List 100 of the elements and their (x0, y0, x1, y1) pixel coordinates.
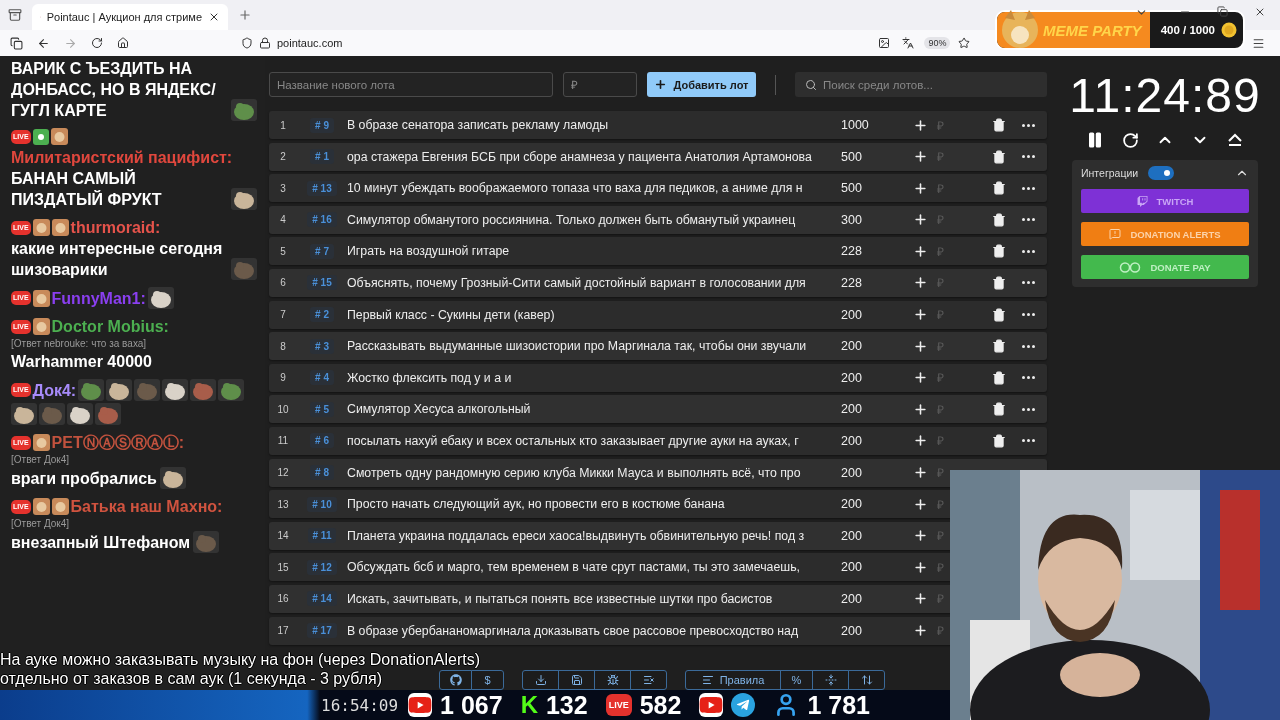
list-icon (701, 674, 714, 686)
lot-name-field[interactable]: Название нового лота (269, 72, 553, 97)
download-button[interactable] (522, 670, 559, 690)
currency-button[interactable]: ₽ (937, 211, 944, 229)
plus-icon (912, 180, 928, 196)
shield-icon[interactable] (241, 37, 253, 49)
github-button[interactable] (439, 670, 472, 690)
chat-username[interactable]: Док4: (32, 379, 77, 401)
lot-name: Симулятор обманутого россиянина. Только должен быть обманутый украинец (347, 212, 797, 227)
trash-icon (992, 307, 1006, 322)
footer-button[interactable]: % (780, 670, 813, 690)
plus-icon (912, 591, 928, 607)
lot-id: # 13 (307, 180, 337, 196)
restore-icon[interactable] (1217, 6, 1228, 17)
emote-icon (193, 531, 220, 553)
search-field[interactable]: Поиск среди лотов... (795, 72, 1047, 97)
currency-button[interactable]: ₽ (937, 400, 944, 418)
widget-counter: 400 / 1000 (1159, 24, 1216, 36)
currency-button[interactable]: ₽ (937, 242, 944, 260)
telegram-icon (731, 693, 756, 717)
lot-amount: 1000 (840, 118, 870, 132)
sidebar-icon[interactable] (10, 36, 23, 50)
integration-button[interactable]: DONATE PAY (1081, 255, 1249, 279)
currency-button[interactable]: ₽ (937, 432, 944, 450)
kick-icon: K (520, 691, 538, 719)
reset-button[interactable] (1120, 130, 1140, 150)
reload-icon[interactable] (91, 37, 103, 49)
bug-button[interactable] (594, 670, 631, 690)
amount-field[interactable]: ₽ (563, 72, 637, 97)
emote-icon (11, 403, 37, 425)
lot-amount: 200 (840, 528, 863, 543)
footer-button[interactable]: $ (471, 670, 504, 690)
bookmark-icon[interactable] (958, 37, 971, 49)
emote-icon (231, 188, 257, 210)
currency-button[interactable]: ₽ (937, 527, 944, 545)
reader-icon[interactable] (878, 37, 891, 49)
list-clear-icon (642, 674, 655, 686)
more-icon (1021, 313, 1035, 317)
lot-id: # 12 (307, 559, 337, 575)
lot-amount: 228 (840, 275, 863, 290)
currency-button[interactable]: ₽ (937, 306, 944, 324)
lot-number: 7 (279, 309, 287, 321)
lot-id: # 8 (310, 465, 334, 481)
lock-icon (259, 37, 271, 49)
sort-button[interactable] (848, 670, 885, 690)
github-icon (449, 674, 462, 686)
currency-button[interactable]: ₽ (937, 116, 944, 134)
translate-icon[interactable] (902, 37, 915, 49)
plus-icon (912, 212, 928, 228)
currency-button[interactable]: ₽ (937, 179, 944, 197)
currency-button[interactable]: ₽ (937, 369, 944, 387)
url-text[interactable]: pointauc.com (277, 37, 343, 49)
emote-icon (218, 379, 245, 401)
plus-icon (912, 149, 928, 165)
more-icon (1021, 218, 1035, 222)
currency-button[interactable]: ₽ (937, 464, 944, 482)
currency-button[interactable]: ₽ (937, 148, 944, 166)
browser-tab[interactable]: Pointauc | Аукцион для стриме (32, 4, 228, 30)
emote-icon (134, 379, 161, 401)
chat-username[interactable]: Милитаристский пацифист: (11, 147, 233, 168)
lot-name: Первый класс - Сукины дети (кавер) (347, 307, 556, 322)
download-icon (534, 674, 547, 686)
currency-button[interactable]: ₽ (937, 558, 944, 576)
close-window-icon[interactable] (1254, 6, 1266, 18)
save-button[interactable] (558, 670, 595, 690)
emote-icon (231, 258, 257, 280)
zoom-level[interactable]: 90% (924, 37, 951, 49)
clear-button[interactable] (630, 670, 667, 690)
more-icon (1021, 344, 1035, 348)
integrations-switch[interactable] (1148, 166, 1175, 180)
chat-message: внезапный Штефаном (11, 533, 191, 553)
menu-icon[interactable] (1252, 37, 1265, 50)
integration-button[interactable]: DONATION ALERTS (1081, 222, 1249, 246)
lot-id: # 16 (307, 212, 337, 228)
currency-button[interactable]: ₽ (937, 274, 944, 292)
lot-name: Искать, зачитывать, и пытаться понять все известные шутки про басистов (347, 591, 774, 606)
more-icon (1021, 186, 1035, 190)
lot-number: 4 (279, 214, 287, 226)
currency-button[interactable]: ₽ (937, 337, 944, 355)
chat-username[interactable]: Doctor Mobius: (51, 316, 169, 337)
rules-button[interactable]: Правила (685, 670, 781, 690)
tab-list-icon[interactable] (8, 8, 22, 22)
lot-number: 12 (276, 467, 290, 479)
back-icon[interactable] (37, 36, 50, 50)
chat-username[interactable]: PETⓃⒶⓈⓇⒶⓁ: (51, 432, 184, 453)
search-icon (805, 78, 817, 91)
home-icon[interactable] (117, 37, 129, 49)
badge-icon (51, 219, 69, 236)
clock-text: 16:54:09 (321, 695, 399, 715)
chat-username[interactable]: thurmoraid: (70, 217, 161, 238)
add-lot-button[interactable]: Добавить лот (647, 72, 756, 97)
currency-button[interactable]: ₽ (937, 495, 944, 513)
currency-button[interactable]: ₽ (937, 622, 944, 639)
chat-username[interactable]: FunnyMan1: (51, 287, 146, 309)
badge-icon (32, 289, 50, 307)
lot-name: В образе сенатора записать рекламу ламоды (347, 118, 610, 132)
chat-username[interactable]: Батька наш Махно: (70, 496, 223, 517)
integration-button[interactable]: TWITCH (1081, 189, 1249, 213)
currency-button[interactable]: ₽ (937, 590, 944, 608)
close-icon[interactable] (208, 11, 220, 23)
